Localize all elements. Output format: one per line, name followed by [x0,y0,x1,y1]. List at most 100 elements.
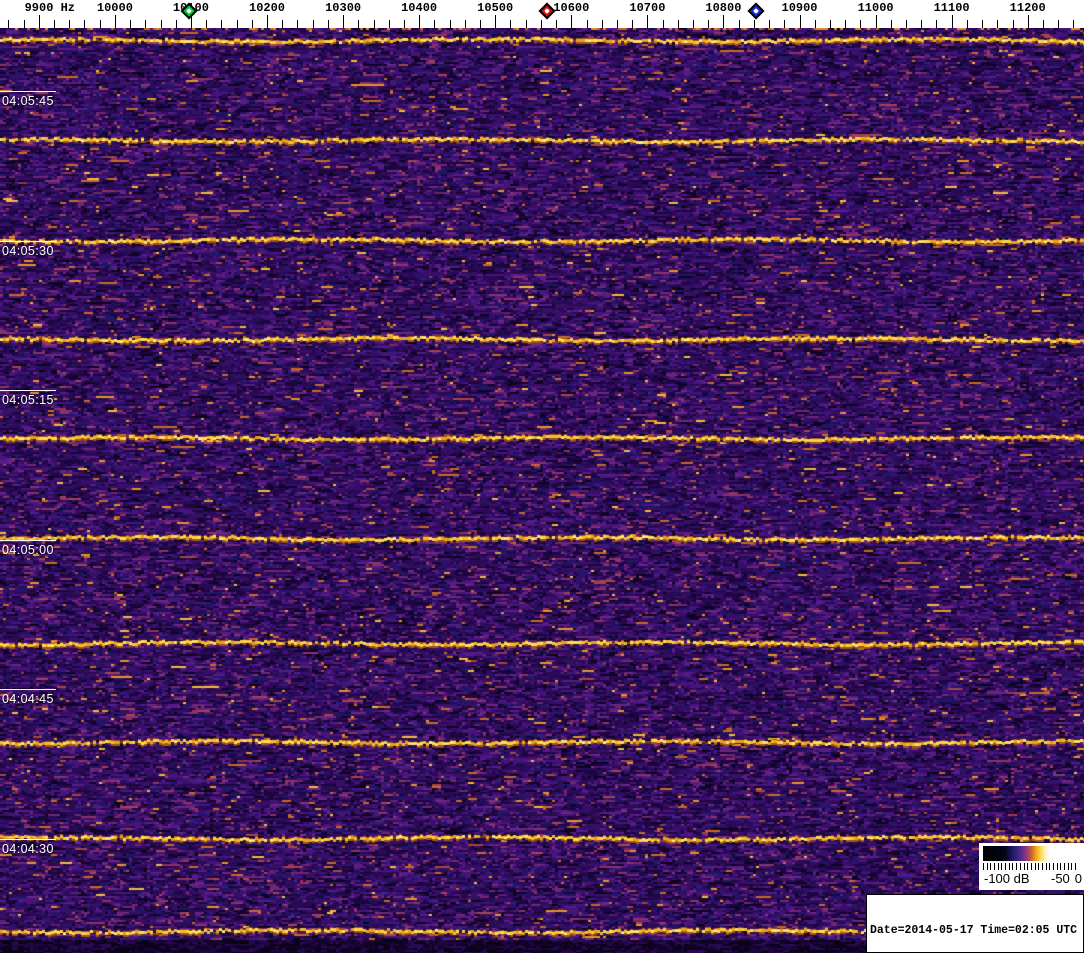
legend-tick [1034,863,1036,870]
ruler-tick [236,20,238,28]
ruler-tick [403,20,405,28]
ruler-tick [677,20,679,28]
ruler-tick-label: 10800 [705,1,742,15]
status-info-box: Date=2014-05-17 Time=02:05 UTC Freq=143 … [866,894,1084,953]
legend-label-mid: -50 [1051,871,1070,886]
ruler-tick [434,20,436,28]
waterfall-spectrogram-display [0,28,1084,953]
ruler-tick [99,20,101,28]
ruler-tick [799,15,801,28]
ruler-tick [38,15,40,28]
ruler-tick [480,20,481,28]
ruler-tick [966,20,968,28]
ruler-tick [708,20,710,28]
time-tick [0,540,56,541]
ruler-tick [693,20,694,28]
ruler-tick-label: 10900 [781,1,818,15]
time-tick [0,241,56,242]
ruler-tick [829,20,831,28]
legend-tick [1064,863,1065,870]
ruler-tick [1027,15,1029,28]
legend-label-min: -100 dB [984,871,1030,886]
ruler-tick [160,20,162,28]
ruler-tick [221,20,223,28]
ruler-tick [206,20,208,28]
ruler-tick [540,20,542,28]
ruler-tick [814,20,816,28]
ruler-tick [753,20,755,28]
time-label: 04:05:30 [2,244,54,258]
ruler-tick [647,15,649,28]
ruler-tick [997,20,999,28]
ruler-tick [723,15,725,28]
legend-tick [1056,863,1058,870]
legend-tick [1001,863,1003,870]
ruler-tick [769,20,771,28]
legend-tick [994,863,995,870]
ruler-tick-label: 10300 [325,1,362,15]
ruler-tick [921,20,923,28]
frequency-ruler[interactable]: 9900 Hz100001010010200103001040010500106… [0,0,1084,28]
time-label: 04:04:30 [2,842,54,856]
legend-tick [1060,863,1062,870]
legend-tick [1023,863,1025,870]
ruler-tick [936,20,938,28]
time-label: 04:04:45 [2,692,54,706]
marker-center-dot [186,8,192,14]
ruler-tick [662,20,664,28]
legend-tick [1075,863,1076,870]
legend-tick [1071,863,1073,870]
marker-blue[interactable] [747,2,765,20]
ruler-tick [373,20,375,28]
ruler-tick [525,20,527,28]
time-label: 04:05:00 [2,543,54,557]
time-tick [0,390,56,391]
ruler-tick [586,20,588,28]
ruler-tick [267,15,268,28]
legend-tick [1008,863,1010,870]
ruler-tick-label: 11000 [857,1,894,15]
legend-tick [1052,863,1054,870]
legend-tick [1027,863,1029,870]
ruler-tick [449,20,451,28]
legend-tick [1049,863,1051,870]
ruler-tick [632,20,634,28]
ruler-tick [114,15,116,28]
legend-tick [1030,863,1032,870]
ruler-tick [495,15,497,28]
ruler-tick [1012,20,1014,28]
time-label: 04:05:15 [2,393,54,407]
ruler-tick [571,15,573,28]
ruler-tick [784,20,786,28]
ruler-tick [282,20,284,28]
ruler-tick [860,20,862,28]
ruler-tick-label: 10500 [477,1,514,15]
ruler-tick [69,20,71,28]
ruler-tick [845,20,847,28]
ruler-tick [510,20,512,28]
legend-tick [1067,863,1069,870]
color-scale-legend: -100 dB -50 0 [979,843,1084,890]
marker-center-dot [543,8,550,14]
ruler-tick [616,20,618,28]
color-gradient-bar [983,846,1075,861]
legend-tick [1038,863,1040,870]
legend-tick [1012,863,1014,870]
ruler-tick [312,20,314,28]
time-tick [0,689,56,690]
ruler-tick [358,20,360,28]
legend-tick [1016,863,1018,870]
ruler-tick [982,20,984,28]
ruler-tick [8,20,10,28]
ruler-tick [951,15,953,28]
ruler-tick [175,20,177,28]
legend-tick [1005,863,1007,870]
ruler-tick-label: 9900 Hz [24,1,76,15]
ruler-tick-label: 10700 [629,1,666,15]
legend-tick [986,863,988,870]
time-label: 04:05:45 [2,94,54,108]
legend-tick [1041,863,1043,870]
ruler-tick-label: 10200 [248,1,286,15]
ruler-tick [890,20,892,28]
legend-tick [990,863,992,870]
